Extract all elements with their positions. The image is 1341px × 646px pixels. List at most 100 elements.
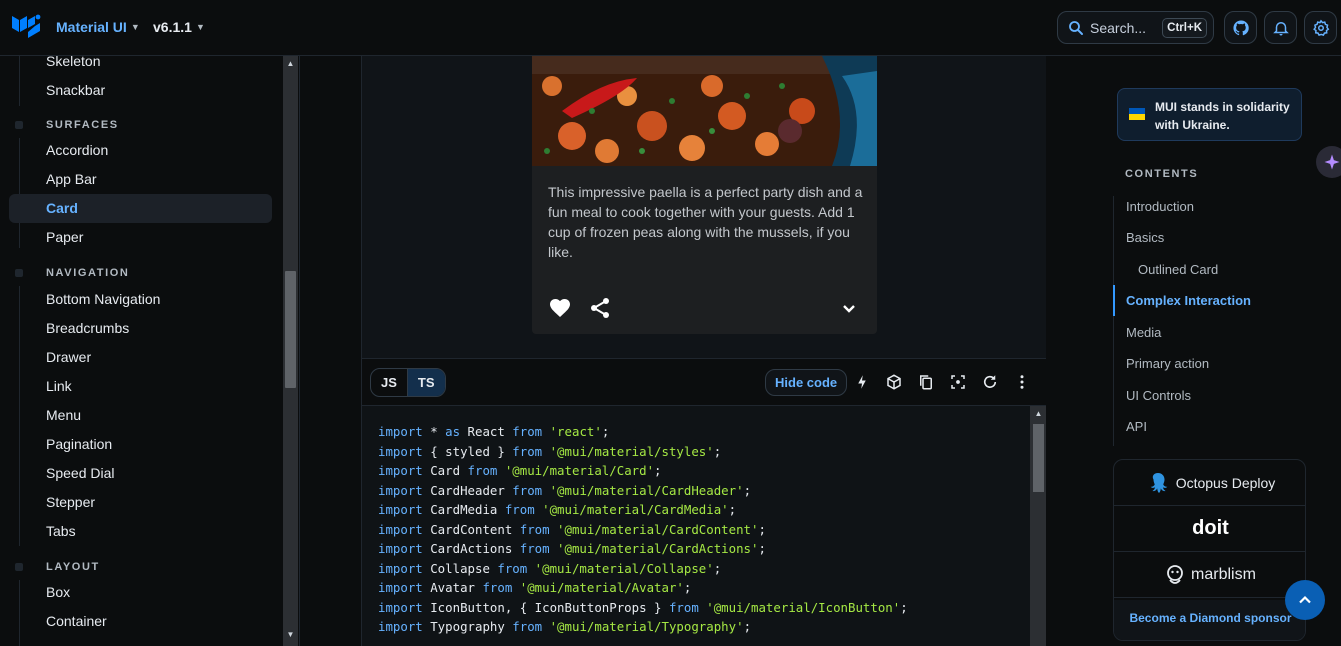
toc-guide-line	[1113, 196, 1114, 446]
code-line: import CardActions from '@mui/material/C…	[378, 539, 908, 559]
sidebar-item-drawer[interactable]: Drawer	[46, 343, 91, 372]
sponsor-name: doit	[1192, 517, 1229, 539]
code-token: from	[512, 619, 543, 634]
sidebar-item-stepper[interactable]: Stepper	[46, 488, 95, 517]
code-token: import	[378, 443, 423, 459]
become-sponsor-link[interactable]: Become a Diamond sponsor	[1114, 600, 1305, 640]
sidebar-item-bottom-navigation[interactable]: Bottom Navigation	[46, 285, 160, 314]
code-line: import Typography from '@mui/material/Ty…	[378, 617, 908, 637]
sidebar-item-speed-dial[interactable]: Speed Dial	[46, 459, 115, 488]
sidebar-item-breadcrumbs[interactable]: Breadcrumbs	[46, 314, 129, 343]
code-token: import	[378, 463, 423, 478]
sidebar-scrollbar-thumb[interactable]	[285, 271, 296, 388]
mui-logo-icon[interactable]	[11, 13, 41, 41]
code-block[interactable]: import * as React from 'react'; import { …	[361, 406, 1047, 646]
code-toolbar: JS TS Hide code	[361, 359, 1047, 406]
sidebar-item-link[interactable]: Link	[46, 372, 72, 401]
code-token: from	[512, 482, 543, 498]
sidebar-item-menu[interactable]: Menu	[46, 401, 81, 430]
code-token: import	[378, 482, 423, 498]
ai-assistant-button[interactable]	[1316, 146, 1341, 178]
search-button[interactable]: Search... Ctrl+K	[1057, 11, 1214, 44]
more-icon[interactable]	[1013, 373, 1031, 391]
sidebar-item-card[interactable]: Card	[9, 194, 272, 223]
code-token: '@mui/material/Avatar'	[512, 580, 684, 595]
section-dot	[15, 563, 23, 571]
toc-item-media[interactable]: Media	[1126, 325, 1161, 340]
code-token: from	[482, 580, 513, 595]
code-line: import CardMedia from '@mui/material/Car…	[378, 500, 908, 520]
settings-button[interactable]	[1304, 11, 1337, 44]
sidebar-item-tabs[interactable]: Tabs	[46, 517, 76, 546]
scroll-up-arrow-icon[interactable]: ▲	[1030, 406, 1046, 422]
code-token: 'react'	[542, 424, 602, 439]
sponsor-doit[interactable]: doit	[1114, 506, 1305, 552]
hide-code-button[interactable]: Hide code	[765, 369, 848, 396]
github-icon	[1232, 19, 1249, 35]
code-scrollbar-thumb[interactable]	[1033, 424, 1044, 492]
code-token: '@mui/material/styles'	[542, 443, 714, 459]
toc-item-introduction[interactable]: Introduction	[1126, 199, 1194, 214]
code-line: import CardHeader from '@mui/material/Ca…	[378, 481, 908, 501]
sidebar-item-snackbar[interactable]: Snackbar	[46, 76, 105, 105]
scroll-down-arrow-icon[interactable]: ▼	[283, 628, 298, 642]
code-line: import Avatar from '@mui/material/Avatar…	[378, 578, 908, 598]
version-switcher[interactable]: v6.1.1 ▼	[153, 19, 205, 35]
code-token: ;	[728, 502, 737, 517]
code-token: { styled }	[422, 443, 513, 459]
toc-item-api[interactable]: API	[1126, 419, 1147, 434]
code-token: ;	[758, 541, 766, 556]
code-line: import IconButton, { IconButtonProps } f…	[378, 598, 908, 618]
sponsor-name: marblism	[1191, 565, 1256, 583]
notifications-button[interactable]	[1264, 11, 1297, 44]
code-token: ;	[654, 463, 662, 478]
toc-item-primary-action[interactable]: Primary action	[1126, 356, 1209, 371]
code-token: '@mui/material/CardContent'	[549, 521, 759, 537]
sidebar-item-accordion[interactable]: Accordion	[46, 136, 108, 165]
code-token: '@mui/material/Collapse'	[527, 560, 714, 576]
share-icon[interactable]	[588, 296, 612, 320]
scroll-up-arrow-icon[interactable]: ▲	[283, 57, 298, 71]
product-switcher[interactable]: Material UI ▼	[56, 19, 140, 35]
code-line: import CardContent from '@mui/material/C…	[378, 520, 908, 540]
chevron-down-icon: ▼	[195, 22, 205, 32]
sidebar-item-container[interactable]: Container	[46, 607, 107, 636]
ts-toggle-button[interactable]: TS	[406, 369, 445, 396]
js-toggle-button[interactable]: JS	[371, 369, 407, 396]
fullscreen-icon[interactable]	[949, 373, 967, 391]
toc-item-ui-controls[interactable]: UI Controls	[1126, 388, 1191, 403]
expand-more-icon[interactable]	[837, 296, 861, 320]
code-token: CardHeader	[422, 482, 513, 498]
nav-guide-line	[19, 56, 20, 106]
recipe-card: This impressive paella is a perfect part…	[532, 56, 877, 334]
sidebar-item-pagination[interactable]: Pagination	[46, 430, 112, 459]
code-token: from	[512, 443, 543, 459]
code-token: CardActions	[422, 541, 520, 556]
toc-item-basics[interactable]: Basics	[1126, 230, 1164, 245]
sponsor-octopus-deploy[interactable]: Octopus Deploy	[1114, 460, 1305, 506]
sparkle-icon	[1324, 154, 1340, 170]
code-token: import	[378, 560, 423, 576]
code-token: ;	[683, 580, 692, 595]
toc-item-outlined-card[interactable]: Outlined Card	[1138, 262, 1218, 277]
main-content: This impressive paella is a perfect part…	[301, 56, 1047, 646]
sidebar-item-paper[interactable]: Paper	[46, 223, 83, 252]
refresh-icon[interactable]	[981, 373, 999, 391]
favorite-icon[interactable]	[548, 296, 572, 320]
toc-item-complex-interaction[interactable]: Complex Interaction	[1126, 293, 1251, 308]
ukraine-banner[interactable]: MUI stands in solidarity with Ukraine.	[1117, 88, 1302, 141]
nav-guide-line	[19, 138, 20, 248]
code-token: from	[512, 424, 543, 439]
cube-icon[interactable]	[885, 373, 903, 391]
github-button[interactable]	[1224, 11, 1257, 44]
sidebar-item-box[interactable]: Box	[46, 578, 70, 607]
sidebar-item-skeleton[interactable]: Skeleton	[46, 56, 100, 76]
scroll-to-top-button[interactable]	[1285, 580, 1325, 620]
copy-icon[interactable]	[917, 373, 935, 391]
sponsor-marblism[interactable]: marblism	[1114, 552, 1305, 598]
bolt-icon[interactable]	[853, 373, 871, 391]
code-token: from	[519, 521, 550, 537]
code-line: import Collapse from '@mui/material/Coll…	[378, 559, 908, 579]
sidebar-item-app-bar[interactable]: App Bar	[46, 165, 97, 194]
code-token: '@mui/material/Typography'	[542, 619, 744, 634]
